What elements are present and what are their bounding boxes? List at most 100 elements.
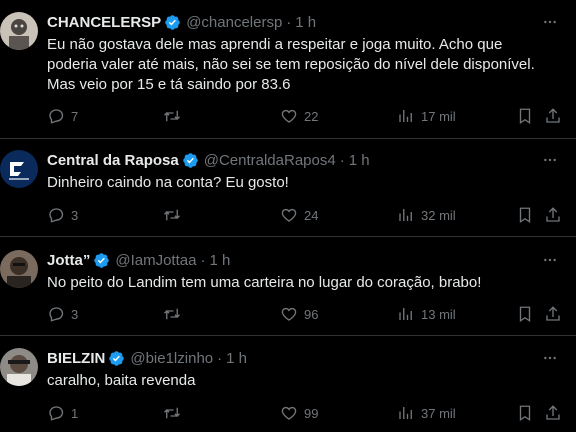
tweet-actions: 3 96 13 mil [47, 303, 569, 325]
retweet-icon [164, 209, 180, 221]
like-button[interactable]: 24 [280, 204, 318, 226]
bookmark-button[interactable] [516, 303, 534, 325]
share-icon [546, 108, 560, 123]
separator-dot: · [200, 251, 206, 269]
views-icon [399, 407, 412, 419]
share-button[interactable] [544, 402, 562, 424]
display-name[interactable]: BIELZIN [47, 350, 105, 367]
reply-button[interactable]: 7 [47, 105, 78, 127]
bookmark-icon [519, 108, 531, 125]
user-handle[interactable]: @CentraldaRapos4 [204, 152, 336, 169]
bookmark-icon [519, 306, 531, 323]
reply-icon [49, 208, 64, 223]
bookmark-button[interactable] [516, 204, 534, 226]
reply-count: 3 [71, 207, 79, 223]
retweet-button[interactable] [163, 105, 181, 127]
tweet-text: No peito do Landim tem uma carteira no l… [47, 274, 482, 291]
timestamp[interactable]: 1 h [226, 350, 247, 367]
tweet-card[interactable]: CHANCELERSP @chancelersp · 1 h Eu não go… [0, 0, 576, 139]
like-count: 99 [304, 405, 319, 421]
views-count: 17 mil [421, 108, 456, 124]
reply-button[interactable]: 3 [47, 303, 78, 325]
reply-count: 7 [71, 108, 79, 124]
timestamp[interactable]: 1 h [209, 252, 230, 269]
avatar[interactable] [0, 348, 38, 386]
display-name[interactable]: Jotta” [47, 252, 90, 269]
share-icon [546, 207, 560, 222]
views-button[interactable]: 17 mil [397, 105, 456, 127]
display-name[interactable]: Central da Raposa [47, 152, 179, 169]
tweet-card[interactable]: BIELZIN @bie1lzinho · 1 h caralho, baita… [0, 336, 576, 432]
like-icon [281, 406, 297, 420]
reply-count: 1 [71, 405, 79, 421]
separator-dot: · [286, 13, 292, 31]
views-button[interactable]: 13 mil [397, 303, 456, 325]
more-icon[interactable] [541, 14, 559, 30]
avatar[interactable] [0, 12, 38, 50]
timestamp[interactable]: 1 h [349, 152, 370, 169]
like-count: 22 [304, 108, 319, 124]
like-count: 96 [304, 306, 319, 322]
reply-button[interactable]: 3 [47, 204, 78, 226]
share-button[interactable] [544, 204, 562, 226]
retweet-icon [164, 308, 180, 320]
share-button[interactable] [544, 303, 562, 325]
like-button[interactable]: 96 [280, 303, 318, 325]
timestamp[interactable]: 1 h [295, 14, 316, 31]
like-button[interactable]: 22 [280, 105, 318, 127]
tweet-text: Eu não gostava dele mas aprendi a respei… [47, 36, 535, 93]
bookmark-button[interactable] [516, 105, 534, 127]
tweet-actions: 7 22 17 mil [47, 105, 569, 127]
bookmark-button[interactable] [516, 402, 534, 424]
share-button[interactable] [544, 105, 562, 127]
reply-button[interactable]: 1 [47, 402, 78, 424]
timeline-feed: CHANCELERSP @chancelersp · 1 h Eu não go… [0, 0, 576, 432]
tweet-header: Jotta” @IamJottaa · 1 h [47, 250, 230, 270]
tweet-actions: 1 99 37 mil [47, 402, 569, 424]
user-handle[interactable]: @chancelersp [186, 14, 282, 31]
tweet-text: caralho, baita revenda [47, 372, 196, 389]
verified-badge-icon [93, 252, 110, 269]
verified-badge-icon [182, 152, 199, 169]
separator-dot: · [339, 151, 345, 169]
retweet-icon [164, 110, 180, 122]
views-icon [399, 110, 412, 122]
views-count: 13 mil [421, 306, 456, 322]
like-count: 24 [304, 207, 319, 223]
retweet-button[interactable] [163, 303, 181, 325]
share-icon [546, 405, 560, 420]
reply-count: 3 [71, 306, 79, 322]
like-button[interactable]: 99 [280, 402, 318, 424]
like-icon [281, 109, 297, 123]
views-button[interactable]: 37 mil [397, 402, 456, 424]
avatar[interactable] [0, 250, 38, 288]
user-handle[interactable]: @bie1lzinho [130, 350, 213, 367]
user-handle[interactable]: @IamJottaa [115, 252, 196, 269]
reply-icon [49, 406, 64, 421]
retweet-button[interactable] [163, 204, 181, 226]
more-icon[interactable] [541, 350, 559, 366]
tweet-text: Dinheiro caindo na conta? Eu gosto! [47, 174, 289, 191]
more-icon[interactable] [541, 252, 559, 268]
views-icon [399, 308, 412, 320]
separator-dot: · [217, 349, 223, 367]
display-name[interactable]: CHANCELERSP [47, 14, 161, 31]
tweet-actions: 3 24 32 mil [47, 204, 569, 226]
views-button[interactable]: 32 mil [397, 204, 456, 226]
views-icon [399, 209, 412, 221]
reply-icon [49, 109, 64, 124]
verified-badge-icon [108, 350, 125, 367]
views-count: 32 mil [421, 207, 456, 223]
more-icon[interactable] [541, 152, 559, 168]
tweet-header: BIELZIN @bie1lzinho · 1 h [47, 348, 247, 368]
tweet-header: CHANCELERSP @chancelersp · 1 h [47, 12, 316, 32]
share-icon [546, 306, 560, 321]
verified-badge-icon [164, 14, 181, 31]
avatar[interactable] [0, 150, 38, 188]
bookmark-icon [519, 405, 531, 422]
like-icon [281, 208, 297, 222]
tweet-card[interactable]: Central da Raposa @CentraldaRapos4 · 1 h… [0, 139, 576, 237]
reply-icon [49, 307, 64, 322]
retweet-button[interactable] [163, 402, 181, 424]
tweet-card[interactable]: Jotta” @IamJottaa · 1 h No peito do Land… [0, 237, 576, 336]
